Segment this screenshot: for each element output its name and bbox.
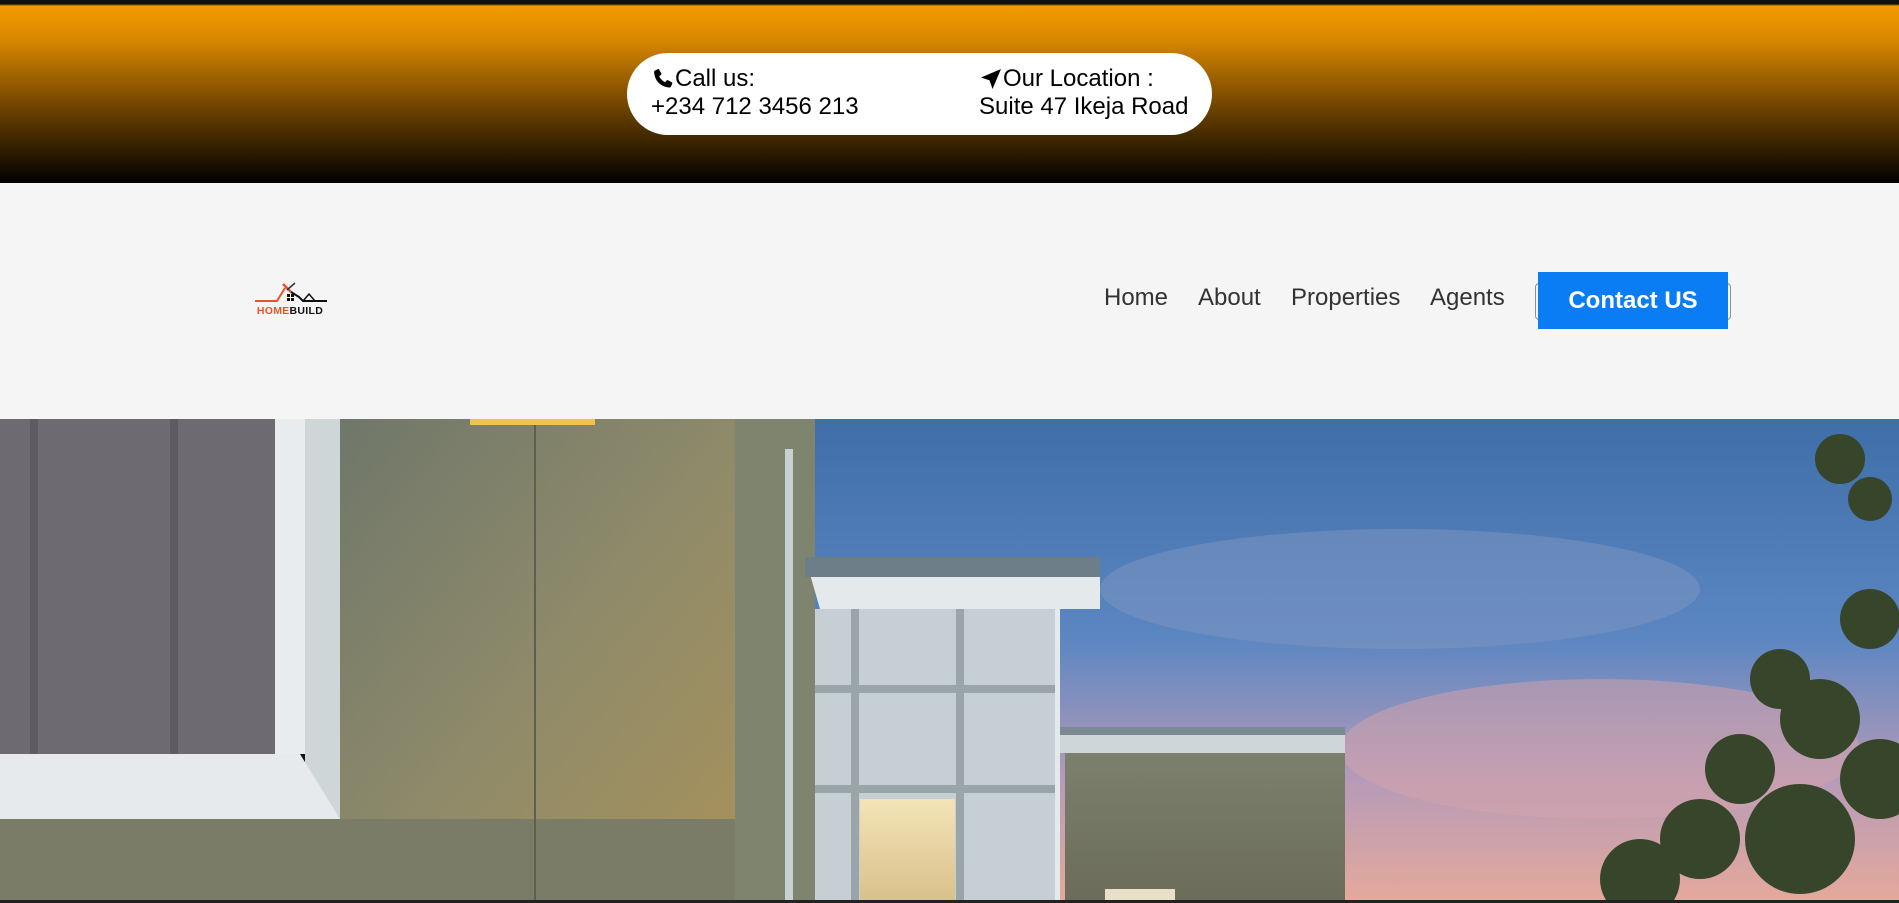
contact-us-button[interactable]: Contact US	[1538, 272, 1728, 329]
logo-word-home: HOME	[256, 305, 290, 317]
logo-roof-icon	[255, 282, 327, 302]
house-photo	[0, 419, 1899, 903]
top-contact-bar: Call us: +234 712 3456 213 Our Location …	[0, 0, 1899, 183]
phone-icon	[651, 67, 675, 91]
call-us-block: Call us: +234 712 3456 213	[651, 65, 859, 121]
contact-info-pill: Call us: +234 712 3456 213 Our Location …	[627, 53, 1212, 135]
call-us-label: Call us:	[675, 65, 756, 92]
nav-link-about[interactable]: About	[1198, 283, 1261, 313]
nav-link-home[interactable]: Home	[1104, 283, 1168, 313]
nav-link-agents[interactable]: Agents	[1430, 283, 1505, 313]
homebuild-logo[interactable]: HOMEBUILD	[247, 280, 333, 318]
call-us-number[interactable]: +234 712 3456 213	[651, 93, 859, 121]
hero-house-image	[0, 419, 1899, 903]
location-address: Suite 47 Ikeja Road	[979, 93, 1189, 120]
logo-word-build: BUILD	[289, 305, 324, 317]
location-block: Our Location : Suite 47 Ikeja Road	[979, 65, 1188, 121]
nav-link-properties[interactable]: Properties	[1291, 283, 1400, 313]
logo-wordmark: HOMEBUILD	[247, 305, 333, 317]
location-arrow-icon	[979, 67, 1003, 91]
location-label: Our Location :	[1003, 65, 1154, 92]
main-navbar: HOMEBUILD Home About Properties Agents C…	[0, 183, 1899, 419]
